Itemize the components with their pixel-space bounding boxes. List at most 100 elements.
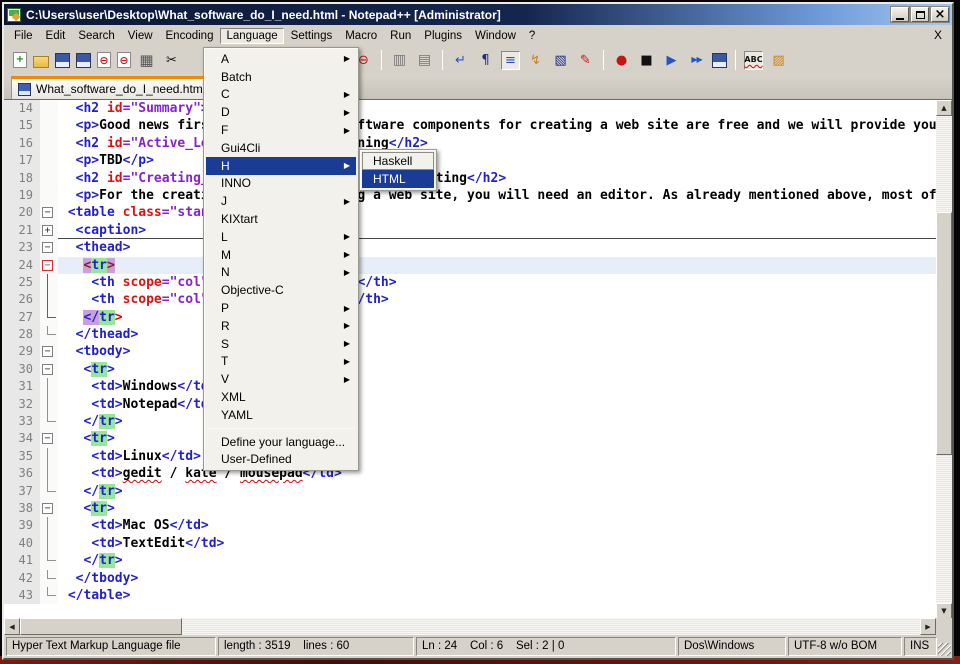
fold-margin[interactable] xyxy=(40,309,58,326)
save-all-icon[interactable] xyxy=(76,53,91,68)
cut-icon[interactable]: ✂ xyxy=(162,51,181,70)
language-menu-item-inno[interactable]: INNO xyxy=(206,175,356,193)
sync-horizontal-scroll-icon[interactable]: ▤ xyxy=(415,51,434,70)
fold-margin[interactable] xyxy=(40,117,58,134)
code-line-20[interactable]: <table class="standard"> xyxy=(58,204,936,221)
language-menu-item-kixtart[interactable]: KIXtart xyxy=(206,210,356,228)
close-button[interactable]: × xyxy=(931,7,949,22)
code-line-21[interactable]: <caption> xyxy=(58,222,936,239)
fold-margin[interactable] xyxy=(40,291,58,308)
code-line-34[interactable]: <tr> xyxy=(58,430,936,447)
language-menu-item-gui4cli[interactable]: Gui4Cli xyxy=(206,139,356,157)
print-icon[interactable]: ▦ xyxy=(137,51,156,70)
language-menu-item-v[interactable]: V▶ xyxy=(206,370,356,388)
menubar-item-settings[interactable]: Settings xyxy=(285,28,339,44)
language-menu-item-h[interactable]: H▶ xyxy=(206,157,356,175)
open-file-icon[interactable] xyxy=(33,56,49,68)
fold-margin[interactable]: − xyxy=(40,239,58,256)
scroll-right-button[interactable]: ▶ xyxy=(920,618,936,635)
language-menu-item-a[interactable]: A▶ xyxy=(206,50,356,68)
code-line-40[interactable]: <td>TextEdit</td> xyxy=(58,535,936,552)
code-line-33[interactable]: </tr> xyxy=(58,413,936,430)
fold-margin[interactable]: − xyxy=(40,257,58,274)
sync-vertical-scroll-icon[interactable]: ▥ xyxy=(390,51,409,70)
submenu-item-haskell[interactable]: Haskell xyxy=(362,152,434,170)
show-all-characters-icon[interactable]: ¶ xyxy=(476,51,495,70)
minimize-button[interactable] xyxy=(891,7,909,22)
code-line-15[interactable]: <p>Good news first: Most of these softwa… xyxy=(58,117,936,134)
resize-grip[interactable] xyxy=(938,643,951,656)
language-menu-item-m[interactable]: M▶ xyxy=(206,246,356,264)
scroll-down-button[interactable]: ▼ xyxy=(936,603,952,619)
language-menu-item-c[interactable]: C▶ xyxy=(206,86,356,104)
code-line-42[interactable]: </tbody> xyxy=(58,570,936,587)
style-token-icon[interactable]: ↯ xyxy=(526,51,545,70)
fold-margin[interactable] xyxy=(40,535,58,552)
menubar-item-window[interactable]: Window xyxy=(469,28,522,44)
close-file-icon[interactable]: ⊖ xyxy=(97,52,111,68)
word-wrap-icon[interactable]: ↵ xyxy=(451,51,470,70)
menubar-item-macro[interactable]: Macro xyxy=(339,28,383,44)
language-menu-item-l[interactable]: L▶ xyxy=(206,228,356,246)
fold-collapse-icon[interactable]: − xyxy=(42,503,53,514)
language-menu-item-xml[interactable]: XML xyxy=(206,388,356,406)
code-line-37[interactable]: </tr> xyxy=(58,483,936,500)
code-line-25[interactable]: <th scope="col">Operating System/s</th> xyxy=(58,274,936,291)
fold-margin[interactable] xyxy=(40,152,58,169)
menubar-item-view[interactable]: View xyxy=(122,28,159,44)
horizontal-scroll-thumb[interactable] xyxy=(20,618,182,635)
menubar-item-run[interactable]: Run xyxy=(384,28,417,44)
code-line-24[interactable]: <tr> xyxy=(58,257,936,274)
fold-margin[interactable] xyxy=(40,413,58,430)
spell-check-icon[interactable]: ABC xyxy=(744,51,763,70)
code-line-30[interactable]: <tr> xyxy=(58,361,936,378)
code-line-26[interactable]: <th scope="col">Editor / Software</th> xyxy=(58,291,936,308)
code-line-27[interactable]: </tr> xyxy=(58,309,936,326)
language-menu-item-define-your-language-[interactable]: Define your language... xyxy=(206,433,356,451)
fold-margin[interactable] xyxy=(40,396,58,413)
code-line-29[interactable]: <tbody> xyxy=(58,343,936,360)
code-line-19[interactable]: <p>For the creation and the designing a … xyxy=(58,187,936,204)
vertical-scrollbar[interactable]: ▲ ▼ xyxy=(936,100,952,619)
language-menu-item-f[interactable]: F▶ xyxy=(206,121,356,139)
fold-margin[interactable] xyxy=(40,378,58,395)
language-menu-item-j[interactable]: J▶ xyxy=(206,192,356,210)
code-line-17[interactable]: <p>TBD</p> xyxy=(58,152,936,169)
macro-play-icon[interactable]: ▶ xyxy=(662,51,681,70)
horizontal-scrollbar[interactable]: ◀ ▶ xyxy=(4,618,936,635)
fold-collapse-icon[interactable]: − xyxy=(42,364,53,375)
fold-margin[interactable]: + xyxy=(40,222,58,239)
fold-margin[interactable] xyxy=(40,274,58,291)
fold-margin[interactable]: − xyxy=(40,343,58,360)
macro-run-multiple-icon[interactable]: ▶▶ xyxy=(687,51,706,70)
fold-expand-icon[interactable]: + xyxy=(42,225,53,236)
code-editor[interactable]: 14 <h2 id="Summary">Summary</h2>15 <p>Go… xyxy=(4,100,936,619)
submenu-item-html[interactable]: HTML xyxy=(362,170,434,188)
code-line-36[interactable]: <td>gedit / kate / mousepad</td> xyxy=(58,465,936,482)
fold-margin[interactable]: − xyxy=(40,361,58,378)
code-line-41[interactable]: </tr> xyxy=(58,552,936,569)
fold-collapse-icon[interactable]: − xyxy=(42,242,53,253)
code-line-39[interactable]: <td>Mac OS</td> xyxy=(58,517,936,534)
language-menu-item-p[interactable]: P▶ xyxy=(206,299,356,317)
vertical-scroll-thumb[interactable] xyxy=(936,212,952,455)
close-all-icon[interactable]: ⊖ xyxy=(117,52,131,68)
fold-collapse-icon[interactable]: − xyxy=(42,433,53,444)
code-line-28[interactable]: </thead> xyxy=(58,326,936,343)
document-map-icon[interactable]: ▧ xyxy=(551,51,570,70)
fold-margin[interactable] xyxy=(40,170,58,187)
menubar-item-edit[interactable]: Edit xyxy=(40,28,72,44)
scroll-left-button[interactable]: ◀ xyxy=(4,618,20,635)
fold-margin[interactable] xyxy=(40,326,58,343)
language-menu-item-d[interactable]: D▶ xyxy=(206,103,356,121)
fold-margin[interactable]: − xyxy=(40,500,58,517)
fold-margin[interactable] xyxy=(40,570,58,587)
code-line-18[interactable]: <h2 id="Creating_and_Editing">Creating a… xyxy=(58,170,936,187)
fold-margin[interactable] xyxy=(40,187,58,204)
fold-margin[interactable] xyxy=(40,587,58,604)
new-file-icon[interactable]: + xyxy=(13,52,27,68)
fold-margin[interactable] xyxy=(40,135,58,152)
fold-collapse-icon[interactable]: − xyxy=(42,207,53,218)
fold-margin[interactable] xyxy=(40,517,58,534)
fold-collapse-icon[interactable]: − xyxy=(42,346,53,357)
